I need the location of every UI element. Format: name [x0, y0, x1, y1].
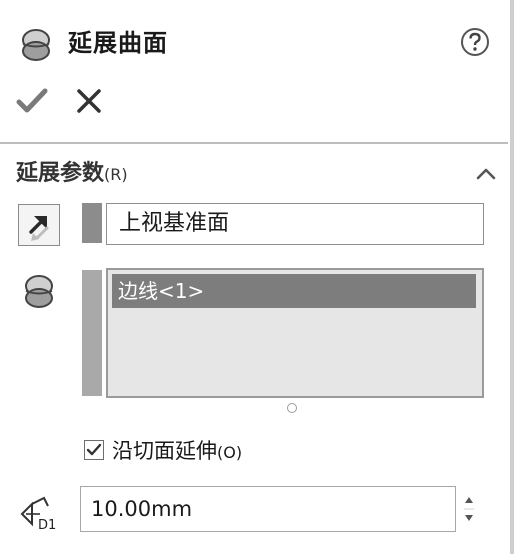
- panel-right-border: [510, 0, 514, 554]
- edge-selection-icon: [25, 275, 53, 308]
- tangent-shortcut: (O): [217, 443, 243, 462]
- distance-spinner[interactable]: [458, 486, 480, 532]
- reference-plane-field[interactable]: 上视基准面: [106, 203, 484, 245]
- extended-surface-icon: [22, 29, 50, 61]
- tangent-label-text: 沿切面延伸: [112, 439, 217, 463]
- reverse-direction-button[interactable]: [18, 204, 60, 246]
- section-title-text: 延展参数: [16, 161, 105, 186]
- distance-d1-icon: D1: [20, 496, 56, 532]
- section-shortcut: (R): [104, 165, 128, 184]
- extend-along-tangent-checkbox[interactable]: [84, 440, 104, 460]
- edge-selection-list[interactable]: 边线<1>: [106, 268, 484, 398]
- list-resize-handle[interactable]: [287, 403, 297, 413]
- list-item[interactable]: 边线<1>: [112, 274, 476, 308]
- cancel-button[interactable]: [76, 88, 102, 114]
- plane-selection-color-strip: [82, 203, 102, 243]
- help-circle-icon[interactable]: [459, 26, 491, 58]
- section-extend-parameters[interactable]: 延展参数(R): [16, 159, 128, 190]
- feature-title: 延展曲面: [68, 29, 168, 57]
- chevron-up-icon[interactable]: [474, 163, 498, 183]
- edge-selection-color-strip: [82, 270, 102, 396]
- distance-input[interactable]: 10.00mm: [80, 486, 456, 532]
- reverse-direction-icon: [29, 216, 49, 241]
- header-divider: [0, 142, 508, 144]
- distance-icon-label: D1: [38, 518, 56, 532]
- checkmark-icon: [86, 443, 102, 456]
- ok-button[interactable]: [16, 86, 48, 116]
- extend-along-tangent-label[interactable]: 沿切面延伸(O): [112, 436, 242, 468]
